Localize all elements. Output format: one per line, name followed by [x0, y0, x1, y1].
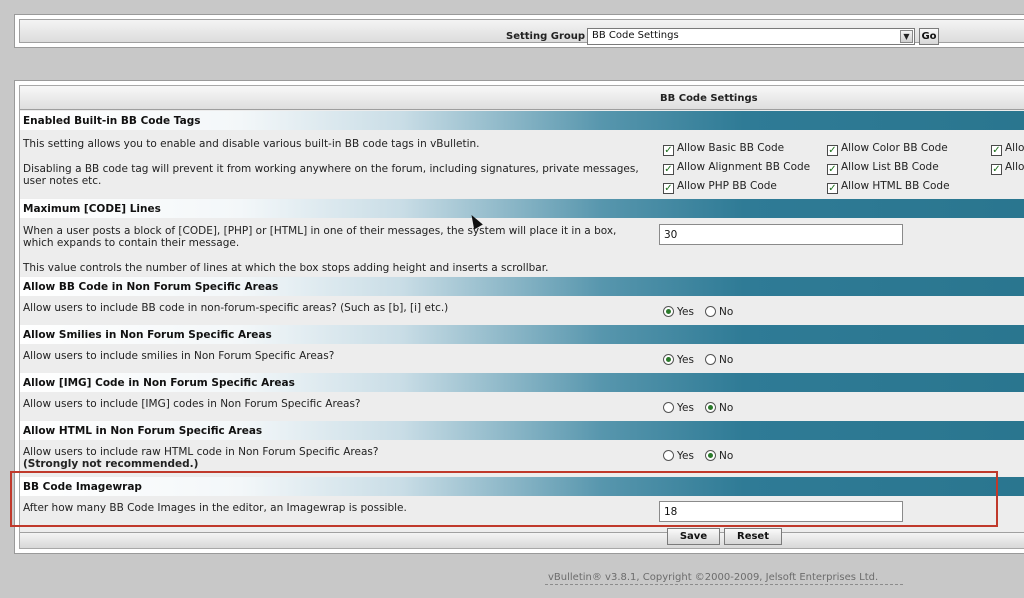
radio-label: No	[719, 402, 734, 414]
radio-label: No	[719, 306, 734, 318]
check-icon: ✓	[991, 164, 1002, 175]
radio-empty-icon	[663, 450, 674, 461]
section-body-smilies-nonforum: Allow users to include smilies in Non Fo…	[20, 344, 1024, 373]
checkbox-label: Allow HTML BB Code	[841, 180, 950, 192]
radio-bbcode-nonforum-yes[interactable]: Yes	[663, 306, 694, 318]
checkbox-label: Allow Color BB Code	[841, 142, 948, 154]
reset-button[interactable]: Reset	[724, 528, 782, 545]
radio-html-nonforum-no[interactable]: No	[705, 450, 733, 462]
radio-img-nonforum-no[interactable]: No	[705, 402, 733, 414]
checkbox-color-bbcode[interactable]: ✓ Allow Color BB Code	[827, 142, 948, 156]
section-header-img-nonforum: Allow [IMG] Code in Non Forum Specific A…	[20, 373, 1024, 392]
checkbox-php-bbcode[interactable]: ✓ Allow PHP BB Code	[663, 180, 777, 194]
max-code-lines-description-2: which expands to contain their message.	[23, 237, 240, 249]
radio-label: Yes	[677, 306, 694, 318]
max-code-lines-description: When a user posts a block of [CODE], [PH…	[23, 225, 617, 237]
checkbox-label: Allo	[1005, 161, 1024, 173]
setting-group-label: Setting Group	[506, 31, 586, 42]
checkbox-label: Allow Basic BB Code	[677, 142, 785, 154]
chevron-down-icon[interactable]: ▼	[900, 30, 913, 43]
img-nonforum-description: Allow users to include [IMG] codes in No…	[23, 398, 361, 410]
section-header-imagewrap: BB Code Imagewrap	[20, 477, 1024, 496]
radio-empty-icon	[705, 306, 716, 317]
settings-panel: BB Code Settings Enabled Built-in BB Cod…	[14, 80, 1024, 554]
copyright-text: vBulletin® v3.8.1, Copyright ©2000-2009,…	[548, 572, 879, 583]
section-header-bbcode-nonforum: Allow BB Code in Non Forum Specific Area…	[20, 277, 1024, 296]
check-icon: ✓	[827, 164, 838, 175]
check-icon: ✓	[663, 145, 674, 156]
radio-label: No	[719, 450, 734, 462]
checkbox-list-bbcode[interactable]: ✓ Allow List BB Code	[827, 161, 939, 175]
check-icon: ✓	[663, 183, 674, 194]
radio-html-nonforum-yes[interactable]: Yes	[663, 450, 694, 462]
setting-group-selected: BB Code Settings	[592, 30, 679, 41]
radio-label: No	[719, 354, 734, 366]
imagewrap-input[interactable]: 18	[659, 501, 903, 522]
divider	[545, 584, 903, 585]
save-button[interactable]: Save	[667, 528, 720, 545]
radio-smilies-nonforum-yes[interactable]: Yes	[663, 354, 694, 366]
enabled-tags-description-3: user notes etc.	[23, 175, 102, 187]
check-icon: ✓	[827, 183, 838, 194]
section-body-imagewrap: After how many BB Code Images in the edi…	[20, 496, 1024, 534]
table-header: BB Code Settings	[20, 86, 1024, 110]
checkbox-col3-row2[interactable]: ✓ Allo	[991, 161, 1024, 175]
section-body-max-code-lines: When a user posts a block of [CODE], [PH…	[20, 218, 1024, 276]
max-code-lines-description-3: This value controls the number of lines …	[23, 262, 549, 274]
radio-label: Yes	[677, 402, 694, 414]
section-header-smilies-nonforum: Allow Smilies in Non Forum Specific Area…	[20, 325, 1024, 344]
radio-empty-icon	[663, 402, 674, 413]
section-header-max-code-lines: Maximum [CODE] Lines	[20, 199, 1024, 218]
checkbox-label: Allow List BB Code	[841, 161, 939, 173]
section-body-html-nonforum: Allow users to include raw HTML code in …	[20, 440, 1024, 476]
checkbox-label: Allow Alignment BB Code	[677, 161, 811, 173]
checkbox-html-bbcode[interactable]: ✓ Allow HTML BB Code	[827, 180, 950, 194]
enabled-tags-description: This setting allows you to enable and di…	[23, 138, 480, 150]
section-header-enabled-tags: Enabled Built-in BB Code Tags	[20, 111, 1024, 130]
checkbox-col3-row1[interactable]: ✓ Allo	[991, 142, 1024, 156]
enabled-tags-description-2: Disabling a BB code tag will prevent it …	[23, 163, 639, 175]
smilies-nonforum-description: Allow users to include smilies in Non Fo…	[23, 350, 335, 362]
imagewrap-description: After how many BB Code Images in the edi…	[23, 502, 407, 514]
bbcode-nonforum-description: Allow users to include BB code in non-fo…	[23, 302, 449, 314]
radio-label: Yes	[677, 354, 694, 366]
setting-group-select[interactable]: BB Code Settings ▼	[587, 28, 915, 45]
checkbox-basic-bbcode[interactable]: ✓ Allow Basic BB Code	[663, 142, 784, 156]
radio-img-nonforum-yes[interactable]: Yes	[663, 402, 694, 414]
go-button[interactable]: Go	[919, 28, 939, 45]
section-header-html-nonforum: Allow HTML in Non Forum Specific Areas	[20, 421, 1024, 440]
checkbox-label: Allo	[1005, 142, 1024, 154]
radio-selected-icon	[705, 450, 716, 461]
radio-selected-icon	[663, 354, 674, 365]
max-code-lines-input[interactable]: 30	[659, 224, 903, 245]
settings-table: BB Code Settings Enabled Built-in BB Cod…	[19, 85, 1024, 549]
html-nonforum-warning: (Strongly not recommended.)	[23, 458, 199, 470]
checkbox-label: Allow PHP BB Code	[677, 180, 777, 192]
radio-label: Yes	[677, 450, 694, 462]
radio-selected-icon	[705, 402, 716, 413]
check-icon: ✓	[827, 145, 838, 156]
setting-group-bar: Setting Group BB Code Settings ▼ Go	[19, 19, 1024, 45]
radio-bbcode-nonforum-no[interactable]: No	[705, 306, 733, 318]
radio-selected-icon	[663, 306, 674, 317]
check-icon: ✓	[663, 164, 674, 175]
form-footer	[20, 532, 1024, 548]
section-body-enabled-tags: This setting allows you to enable and di…	[20, 130, 1024, 198]
html-nonforum-description: Allow users to include raw HTML code in …	[23, 446, 379, 458]
panel-title: BB Code Settings	[660, 93, 758, 104]
section-body-img-nonforum: Allow users to include [IMG] codes in No…	[20, 392, 1024, 421]
check-icon: ✓	[991, 145, 1002, 156]
checkbox-alignment-bbcode[interactable]: ✓ Allow Alignment BB Code	[663, 161, 810, 175]
radio-empty-icon	[705, 354, 716, 365]
radio-smilies-nonforum-no[interactable]: No	[705, 354, 733, 366]
section-body-bbcode-nonforum: Allow users to include BB code in non-fo…	[20, 296, 1024, 325]
setting-group-panel: Setting Group BB Code Settings ▼ Go	[14, 14, 1024, 48]
